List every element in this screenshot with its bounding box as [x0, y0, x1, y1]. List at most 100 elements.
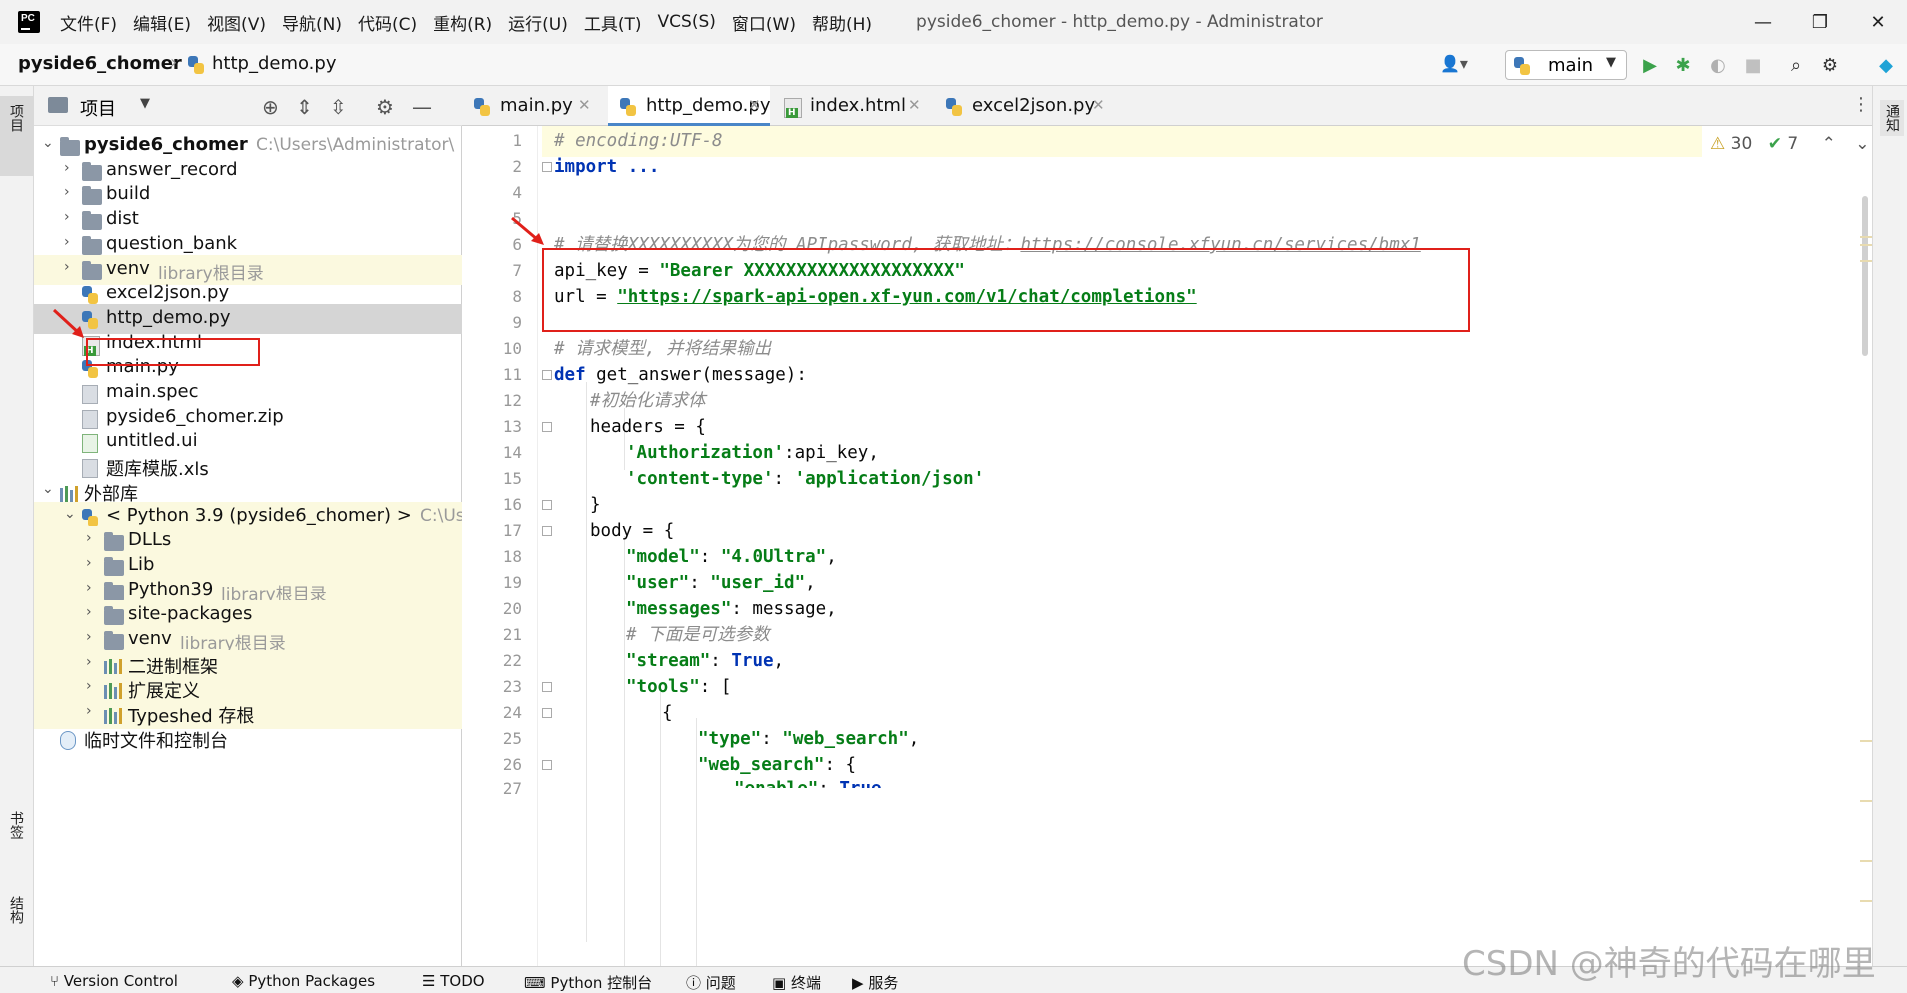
run-configuration-select[interactable]: main ▼ — [1505, 50, 1627, 80]
user-account-icon[interactable]: 👤▾ — [1440, 54, 1468, 73]
jetbrains-plugin-icon[interactable]: ◆ — [1873, 52, 1899, 78]
close-tab-icon[interactable]: ✕ — [1092, 96, 1105, 114]
minimize-button[interactable]: — — [1735, 0, 1791, 44]
chevron-right-icon[interactable]: › — [86, 654, 92, 670]
menu-vcs[interactable]: VCS(S) — [650, 12, 724, 32]
right-tool-strip: 通知 — [1872, 86, 1907, 966]
tree-item-label: pyside6_chomer — [84, 134, 248, 155]
stop-icon[interactable]: ■ — [1740, 52, 1766, 78]
code-line-15: 'content-type': 'application/json' — [626, 464, 984, 495]
indent-guide — [696, 718, 697, 966]
hide-panel-icon[interactable]: — — [412, 95, 432, 119]
chevron-down-icon[interactable]: ▼ — [140, 96, 150, 111]
navigation-bar: pyside6_chomer › http_demo.py 👤▾ main ▼ … — [0, 44, 1907, 86]
tree-item-label: Python39 — [128, 578, 214, 600]
tab-http-demo-py[interactable]: http_demo.py ✕ — [608, 86, 770, 126]
tool-todo[interactable]: ☰ TODO — [422, 972, 485, 990]
run-icon[interactable]: ▶ — [1637, 52, 1663, 78]
fold-icon[interactable] — [542, 526, 552, 536]
menu-window[interactable]: 窗口(W) — [724, 10, 804, 35]
menu-tools[interactable]: 工具(T) — [576, 10, 650, 35]
next-issue-icon[interactable]: ⌄ — [1855, 134, 1869, 154]
chevron-down-icon[interactable]: ⌄ — [64, 506, 76, 522]
close-tab-icon[interactable]: ✕ — [578, 96, 591, 114]
tool-python-packages[interactable]: ◈ Python Packages — [232, 972, 375, 990]
fold-icon[interactable] — [542, 162, 552, 172]
tool-services[interactable]: ▶ 服务 — [852, 972, 898, 993]
tool-tab-project[interactable]: 项目 — [0, 96, 34, 176]
scroll-thumb[interactable] — [1862, 196, 1868, 356]
chevron-down-icon[interactable]: ⌄ — [42, 481, 54, 497]
tool-tab-bookmarks[interactable]: 书签 — [6, 811, 26, 839]
code-text: { — [662, 703, 673, 723]
html-file-icon — [784, 98, 802, 118]
code-line-24: { — [542, 698, 673, 729]
expand-all-icon[interactable]: ⇕ — [296, 95, 313, 119]
search-icon[interactable]: ⌕ — [1783, 52, 1809, 78]
tool-terminal[interactable]: ▣ 终端 — [772, 972, 821, 993]
restore-button[interactable]: ❐ — [1792, 0, 1848, 44]
code-text: : — [710, 651, 732, 671]
menu-refactor[interactable]: 重构(R) — [425, 10, 500, 35]
tool-tab-notifications[interactable]: 通知 — [1880, 100, 1904, 136]
chevron-right-icon[interactable]: › — [64, 160, 70, 176]
tree-item[interactable]: 临时文件和控制台 — [34, 724, 462, 754]
project-panel-title[interactable]: 项目 — [80, 95, 116, 121]
string-literal: "stream" — [626, 651, 711, 671]
chevron-right-icon[interactable]: › — [86, 580, 92, 596]
tab-excel2json-py[interactable]: excel2json.py ✕ — [934, 86, 1114, 126]
chevron-right-icon[interactable]: › — [64, 184, 70, 200]
menu-navigate[interactable]: 导航(N) — [274, 10, 350, 35]
chevron-right-icon[interactable]: › — [64, 234, 70, 250]
more-tabs-icon[interactable]: ⋮ — [1852, 94, 1870, 115]
debug-icon[interactable]: ✱ — [1670, 52, 1696, 78]
menu-view[interactable]: 视图(V) — [199, 10, 274, 35]
tool-problems[interactable]: ⓘ 问题 — [686, 972, 736, 993]
menu-code[interactable]: 代码(C) — [350, 10, 425, 35]
chevron-right-icon[interactable]: › — [86, 678, 92, 694]
line-number: 15 — [502, 469, 522, 488]
chevron-right-icon[interactable]: › — [86, 629, 92, 645]
tool-tab-structure[interactable]: 结构 — [6, 896, 26, 924]
inspections-widget[interactable]: ⚠ 30 ✔ 7 ⌃ ⌄ — [1710, 134, 1870, 154]
line-number: 7 — [512, 261, 522, 280]
chevron-right-icon[interactable]: › — [64, 209, 70, 225]
fold-icon[interactable] — [542, 708, 552, 718]
chevron-right-icon[interactable]: › — [86, 703, 92, 719]
close-window-button[interactable]: ✕ — [1850, 0, 1906, 44]
fold-icon[interactable] — [542, 682, 552, 692]
import-folded[interactable]: import ... — [554, 157, 659, 177]
settings-gear-icon[interactable]: ⚙ — [1817, 52, 1843, 78]
menu-file[interactable]: 文件(F) — [52, 10, 125, 35]
locate-file-icon[interactable]: ⊕ — [262, 95, 279, 119]
chevron-right-icon[interactable]: › — [86, 555, 92, 571]
code-text: : { — [824, 755, 857, 775]
tab-main-py[interactable]: main.py ✕ — [462, 86, 600, 126]
coverage-icon[interactable]: ◐ — [1705, 52, 1731, 78]
fold-icon[interactable] — [542, 422, 552, 432]
close-tab-icon[interactable]: ✕ — [908, 96, 921, 114]
chevron-right-icon[interactable]: › — [64, 259, 70, 275]
tool-python-console[interactable]: ⌨ Python 控制台 — [524, 972, 652, 993]
chevron-right-icon[interactable]: › — [86, 530, 92, 546]
tool-version-control[interactable]: ⑂ Version Control — [50, 972, 178, 990]
close-tab-icon[interactable]: ✕ — [748, 96, 761, 114]
menu-bar: 文件(F) 编辑(E) 视图(V) 导航(N) 代码(C) 重构(R) 运行(U… — [0, 0, 1907, 44]
code-text: , — [773, 651, 785, 671]
chevron-down-icon[interactable]: ⌄ — [42, 135, 54, 151]
previous-issue-icon[interactable]: ⌃ — [1822, 134, 1836, 154]
fold-icon[interactable] — [542, 500, 552, 510]
fold-icon[interactable] — [542, 370, 552, 380]
collapse-all-icon[interactable]: ⇳ — [330, 95, 347, 119]
fold-icon[interactable] — [542, 760, 552, 770]
menu-run[interactable]: 运行(U) — [500, 10, 576, 35]
panel-settings-gear-icon[interactable]: ⚙ — [376, 95, 394, 119]
menu-edit[interactable]: 编辑(E) — [125, 10, 199, 35]
tree-item-label: main.spec — [106, 381, 199, 402]
chevron-right-icon[interactable]: › — [86, 604, 92, 620]
breadcrumb-file[interactable]: http_demo.py — [212, 53, 336, 74]
tree-item-label: site-packages — [128, 603, 253, 625]
tab-index-html[interactable]: index.html ✕ — [772, 86, 932, 126]
breadcrumb-project[interactable]: pyside6_chomer — [18, 53, 182, 74]
menu-help[interactable]: 帮助(H) — [804, 10, 880, 35]
